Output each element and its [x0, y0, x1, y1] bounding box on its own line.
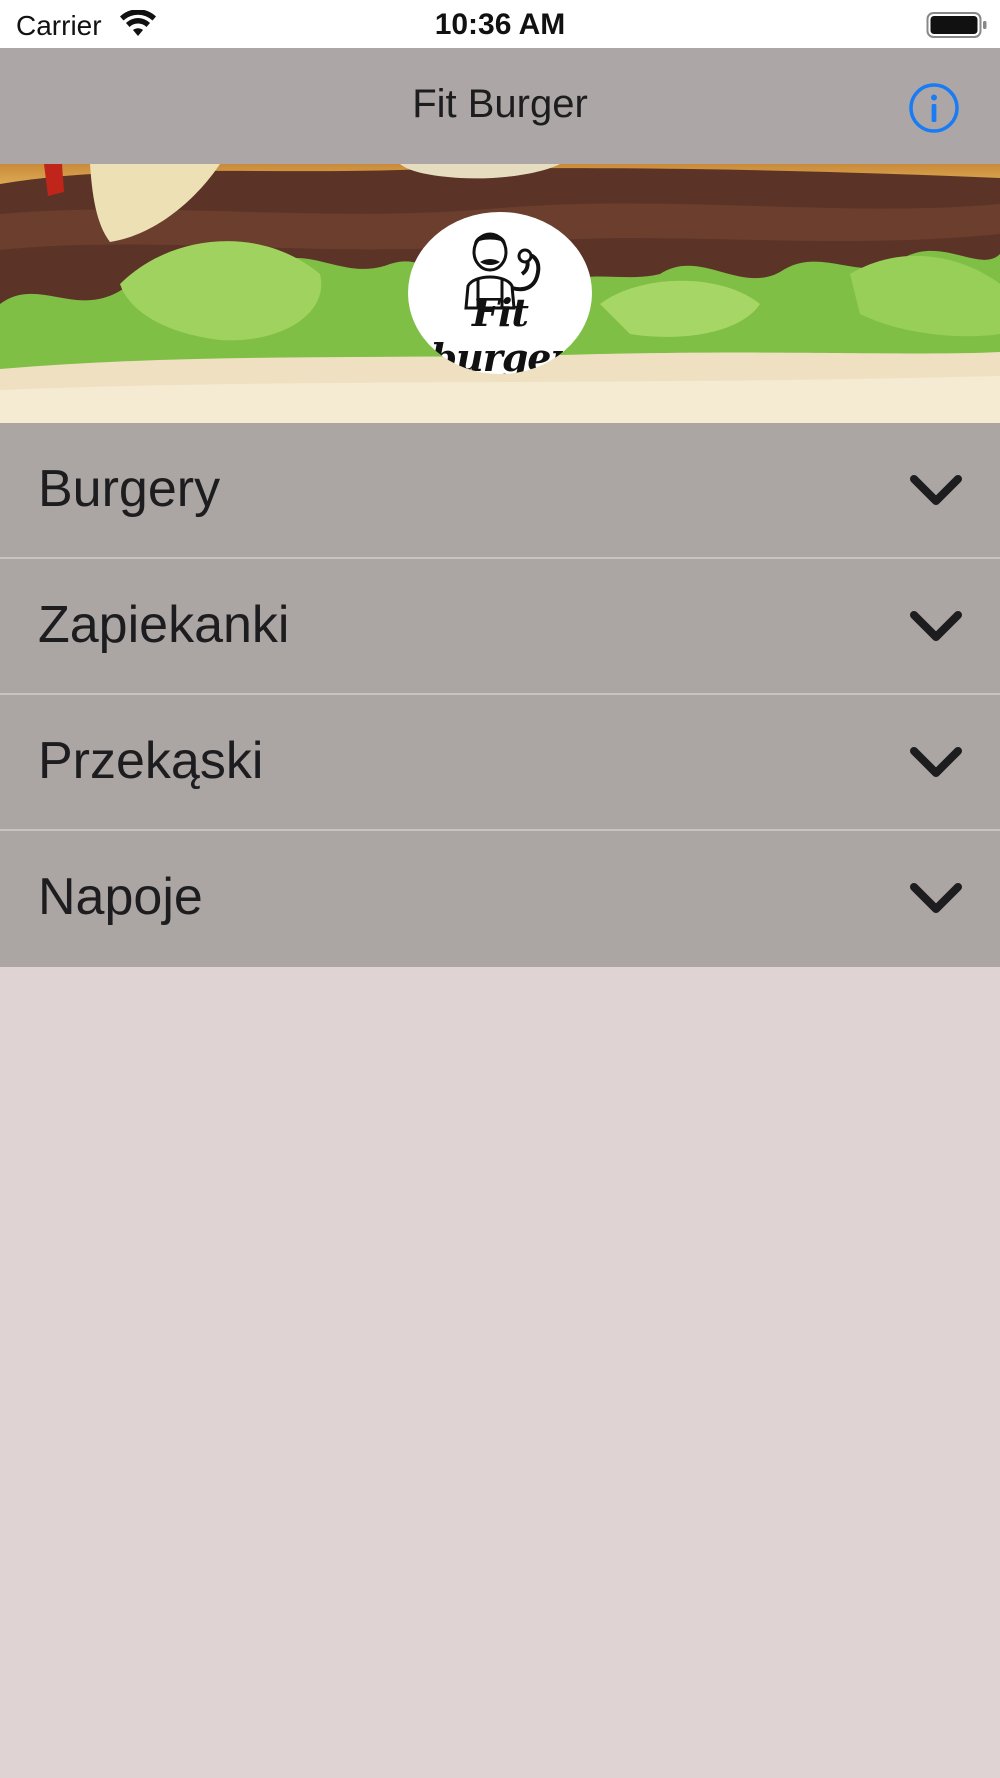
chevron-down-icon[interactable] — [910, 881, 962, 915]
category-row-przekaski[interactable]: Przekąski — [0, 695, 1000, 831]
category-row-napoje[interactable]: Napoje — [0, 831, 1000, 967]
battery-full-icon — [926, 12, 987, 38]
fit-burger-logo: Fit burger — [408, 212, 592, 374]
category-label: Napoje — [38, 868, 203, 926]
category-row-burgery[interactable]: Burgery — [0, 423, 1000, 559]
empty-content-area — [0, 960, 1000, 1778]
page-title: Fit Burger — [412, 82, 588, 126]
category-label: Przekąski — [38, 732, 264, 790]
info-icon[interactable] — [908, 82, 960, 134]
category-label: Burgery — [38, 460, 221, 518]
category-label: Zapiekanki — [38, 596, 290, 654]
chevron-down-icon[interactable] — [910, 745, 962, 779]
chevron-down-icon[interactable] — [910, 473, 962, 507]
hero-banner: Fit burger — [0, 164, 1000, 423]
chevron-down-icon[interactable] — [910, 609, 962, 643]
status-time: 10:36 AM — [434, 8, 566, 41]
status-bar: Carrier 10:36 AM — [0, 0, 1000, 48]
category-list: Burgery Zapiekanki Przekąski Napoje — [0, 423, 1000, 967]
navigation-bar: Fit Burger — [0, 48, 1000, 165]
category-row-zapiekanki[interactable]: Zapiekanki — [0, 559, 1000, 695]
logo-text: Fit burger — [430, 290, 571, 374]
